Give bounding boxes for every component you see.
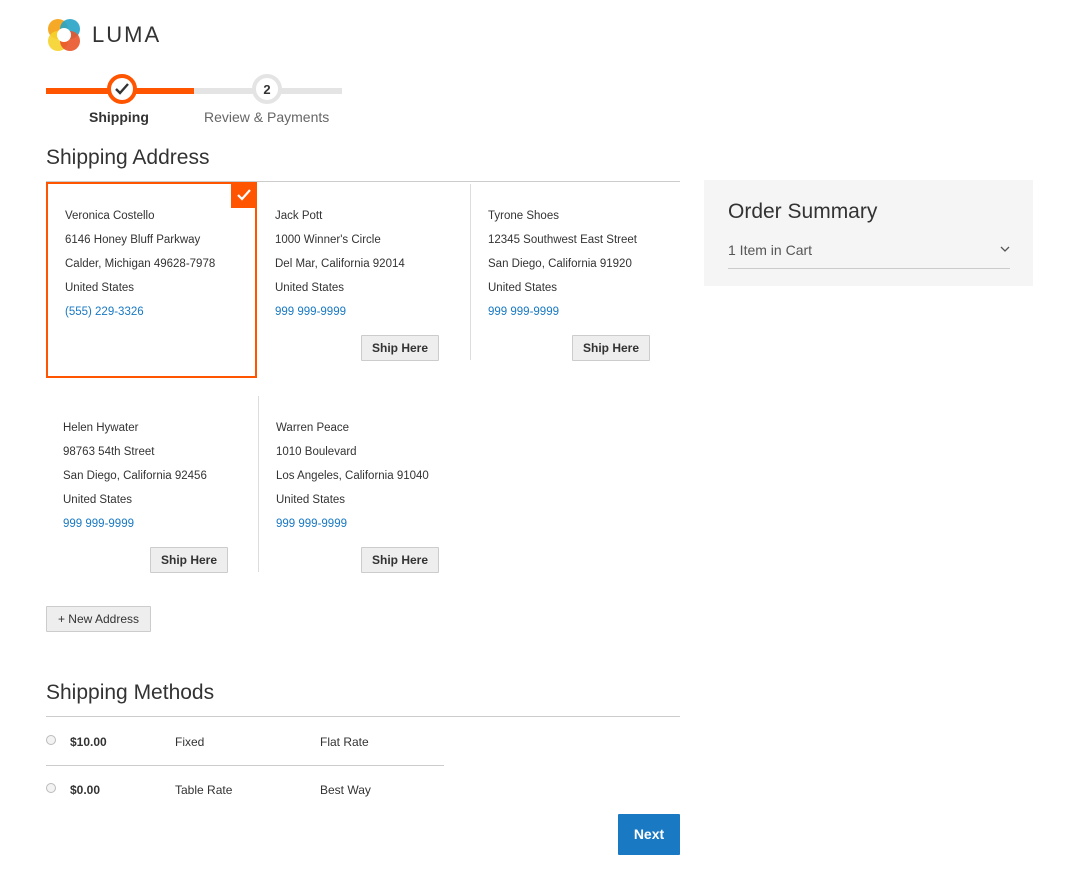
address-name: Warren Peace — [276, 422, 350, 434]
address-card-selected[interactable]: Veronica Costello 6146 Honey Bluff Parkw… — [46, 182, 257, 378]
address-name: Tyrone Shoes — [488, 210, 559, 222]
ship-here-button[interactable]: Ship Here — [150, 547, 228, 573]
address-name: Veronica Costello — [65, 210, 155, 222]
order-summary-title: Order Summary — [728, 200, 878, 223]
address-country: United States — [63, 494, 133, 506]
address-phone[interactable]: 999 999-9999 — [488, 300, 681, 324]
address-country: United States — [275, 282, 345, 294]
address-city: San Diego, California 92456 — [63, 470, 207, 482]
step-shipping-circle — [107, 74, 137, 104]
address-city: Calder, Michigan 49628-7978 — [65, 258, 216, 270]
luma-logo-icon — [46, 17, 82, 53]
order-summary-divider — [728, 268, 1010, 269]
address-card: Jack Pott 1000 Winner's Circle Del Mar, … — [258, 184, 469, 360]
address-card: Warren Peace 1010 Boulevard Los Angeles,… — [258, 396, 469, 572]
address-street: 1010 Boulevard — [276, 446, 357, 458]
shipping-method-row[interactable]: $0.00 Table Rate Best Way — [46, 783, 444, 831]
shipping-method-price: $10.00 — [70, 735, 107, 749]
address-street: 6146 Honey Bluff Parkway — [65, 234, 201, 246]
address-phone[interactable]: (555) 229-3326 — [65, 300, 255, 324]
address-phone[interactable]: 999 999-9999 — [275, 300, 469, 324]
address-country: United States — [276, 494, 346, 506]
shipping-method-title: Table Rate — [175, 783, 233, 797]
checkmark-icon — [115, 83, 129, 95]
address-city: Los Angeles, California 91040 — [276, 470, 429, 482]
address-card: Tyrone Shoes 12345 Southwest East Street… — [470, 184, 681, 360]
selected-badge — [231, 182, 257, 208]
address-country: United States — [65, 282, 135, 294]
shipping-method-carrier: Best Way — [320, 783, 371, 797]
next-button[interactable]: Next — [618, 814, 680, 855]
shipping-address-title: Shipping Address — [46, 146, 210, 169]
step-review-label[interactable]: Review & Payments — [204, 109, 329, 125]
shipping-method-carrier: Flat Rate — [320, 735, 369, 749]
order-summary: Order Summary 1 Item in Cart — [704, 180, 1033, 286]
shipping-method-row[interactable]: $10.00 Fixed Flat Rate — [46, 735, 444, 783]
address-city: Del Mar, California 92014 — [275, 258, 405, 270]
address-phone[interactable]: 999 999-9999 — [63, 512, 257, 536]
address-street: 98763 54th Street — [63, 446, 155, 458]
ship-here-button[interactable]: Ship Here — [361, 547, 439, 573]
chevron-down-icon[interactable] — [1000, 242, 1010, 256]
step-review-circle: 2 — [252, 74, 282, 104]
shipping-method-divider — [46, 765, 444, 766]
shipping-method-title: Fixed — [175, 735, 205, 749]
address-city: San Diego, California 91920 — [488, 258, 632, 270]
address-phone[interactable]: 999 999-9999 — [276, 512, 469, 536]
new-address-button[interactable]: + New Address — [46, 606, 151, 632]
checkmark-icon — [237, 189, 251, 201]
ship-here-button[interactable]: Ship Here — [361, 335, 439, 361]
address-name: Jack Pott — [275, 210, 323, 222]
shipping-method-radio[interactable] — [46, 783, 56, 793]
address-country: United States — [488, 282, 558, 294]
shipping-method-radio[interactable] — [46, 735, 56, 745]
shipping-methods-divider — [46, 716, 680, 717]
brand-name: LUMA — [92, 22, 162, 47]
shipping-methods-title: Shipping Methods — [46, 681, 215, 704]
ship-here-button[interactable]: Ship Here — [572, 335, 650, 361]
step-shipping-label: Shipping — [89, 109, 149, 125]
address-street: 1000 Winner's Circle — [275, 234, 381, 246]
luma-logo[interactable]: LUMA — [46, 17, 161, 53]
address-street: 12345 Southwest East Street — [488, 234, 637, 246]
items-in-cart-toggle[interactable]: 1 Item in Cart — [728, 242, 812, 258]
address-card: Helen Hywater 98763 54th Street San Dieg… — [46, 396, 257, 572]
address-name: Helen Hywater — [63, 422, 139, 434]
shipping-method-price: $0.00 — [70, 783, 101, 797]
checkout-progress: 2 Shipping Review & Payments — [46, 72, 346, 132]
